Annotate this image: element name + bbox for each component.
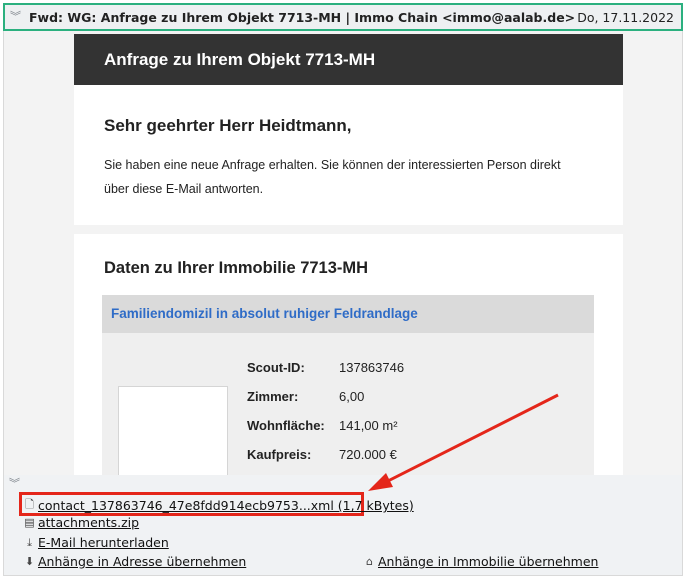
fact-row: Scout-ID: 137863746: [247, 353, 404, 382]
listing-title-link[interactable]: Familiendomizil in absolut ruhiger Feldr…: [111, 306, 418, 321]
chevron-double-down-icon[interactable]: ︾: [10, 11, 24, 22]
property-image-placeholder: [118, 386, 228, 475]
intro-text: Sie haben eine neue Anfrage erhalten. Si…: [104, 158, 561, 196]
fact-row: Zimmer: 6,00: [247, 382, 404, 411]
arrow-down-icon: ⬇: [24, 555, 35, 568]
fact-row: Kaufpreis: 720.000 €: [247, 440, 404, 469]
download-email-link[interactable]: ⤓ E-Mail herunterladen: [24, 535, 169, 550]
fact-value: 720.000 €: [339, 447, 397, 462]
file-icon: 🗋: [25, 498, 34, 511]
attachment-item-zip[interactable]: ▤ attachments.zip: [24, 515, 139, 530]
mail-banner: Anfrage zu Ihrem Objekt 7713-MH: [74, 34, 623, 85]
message-body-viewer[interactable]: Anfrage zu Ihrem Objekt 7713-MH Sehr gee…: [3, 31, 683, 475]
fact-value: 141,00 m²: [339, 418, 398, 433]
greeting-card: Sehr geehrter Herr Heidtmann, Sie haben …: [74, 85, 623, 225]
fact-value: 6,00: [339, 389, 365, 404]
greeting: Sehr geehrter Herr Heidtmann,: [104, 116, 352, 135]
chevron-double-down-icon[interactable]: ︾: [9, 478, 20, 489]
attachments-to-address-label[interactable]: Anhänge in Adresse übernehmen: [38, 554, 246, 569]
attachments-to-address-link[interactable]: ⬇ Anhänge in Adresse übernehmen: [24, 554, 246, 569]
message-header: ︾ Fwd: WG: Anfrage zu Ihrem Objekt 7713-…: [3, 3, 683, 31]
section-title: Daten zu Ihrer Immobilie 7713-MH: [104, 259, 369, 277]
download-email-label[interactable]: E-Mail herunterladen: [38, 535, 169, 550]
banner-title: Anfrage zu Ihrem Objekt 7713-MH: [104, 50, 376, 69]
message-date: Do, 17.11.2022: [577, 9, 674, 25]
house-icon: ⌂: [366, 555, 373, 568]
fact-value: 137863746: [339, 360, 405, 375]
attachments-to-property-link[interactable]: ⌂ Anhänge in Immobilie übernehmen: [364, 554, 598, 569]
fact-label: Scout-ID:: [247, 360, 305, 375]
attachment-item-xml[interactable]: 🗋 contact_137863746_47e8fdd914ecb9753...…: [24, 496, 414, 515]
fact-row: Wohnfläche: 141,00 m²: [247, 411, 404, 440]
listing-header: Familiendomizil in absolut ruhiger Feldr…: [102, 295, 594, 333]
fact-label: Kaufpreis:: [247, 447, 312, 462]
fact-label: Wohnfläche:: [247, 418, 325, 433]
facts-list: Scout-ID: 137863746 Zimmer: 6,00 Wohnflä…: [247, 353, 404, 469]
property-card: Daten zu Ihrer Immobilie 7713-MH Familie…: [74, 234, 623, 475]
fact-label: Zimmer:: [247, 389, 299, 404]
attachment-link[interactable]: attachments.zip: [38, 515, 139, 530]
message-subject: Fwd: WG: Anfrage zu Ihrem Objekt 7713-MH…: [29, 9, 576, 25]
attachments-panel: ︾ 🗋 contact_137863746_47e8fdd914ecb9753.…: [3, 475, 683, 576]
attachments-to-property-label[interactable]: Anhänge in Immobilie übernehmen: [378, 554, 598, 569]
download-icon: ⤓: [27, 535, 32, 549]
listing-body: Scout-ID: 137863746 Zimmer: 6,00 Wohnflä…: [102, 333, 594, 475]
archive-icon: ▤: [24, 516, 35, 529]
attachment-link[interactable]: contact_137863746_47e8fdd914ecb9753...xm…: [38, 498, 414, 513]
